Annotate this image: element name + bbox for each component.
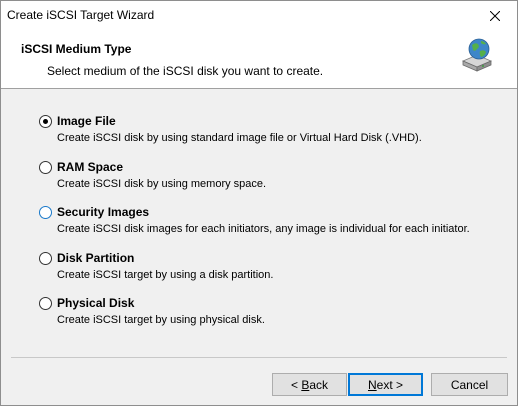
ram-space-description: Create iSCSI disk by using memory space. (57, 177, 267, 190)
next-button-accel: N (367, 377, 377, 392)
option-physical-disk[interactable]: Physical Disk Create iSCSI target by usi… (39, 295, 509, 341)
disk-partition-label[interactable]: Disk Partition (57, 251, 134, 265)
physical-disk-label[interactable]: Physical Disk (57, 296, 134, 310)
close-button[interactable] (473, 1, 517, 30)
wizard-header: iSCSI Medium Type Select medium of the i… (1, 30, 517, 89)
physical-disk-description: Create iSCSI target by using physical di… (57, 314, 265, 326)
close-icon (490, 10, 500, 21)
image-file-radio[interactable] (39, 115, 52, 128)
image-file-description: Create iSCSI disk by using standard imag… (57, 132, 422, 144)
page-title: iSCSI Medium Type (21, 42, 132, 56)
footer-separator (11, 357, 507, 358)
security-images-radio[interactable] (39, 206, 52, 219)
option-ram-space[interactable]: RAM Space Create iSCSI disk by using mem… (39, 159, 509, 205)
security-images-description: Create iSCSI disk images for each initia… (57, 223, 470, 235)
back-button-rest: ack (309, 377, 329, 392)
title-bar: Create iSCSI Target Wizard (1, 1, 517, 30)
next-button[interactable]: Next > (348, 373, 423, 396)
ram-space-radio[interactable] (39, 160, 52, 174)
cancel-button[interactable]: Cancel (431, 373, 508, 396)
medium-type-options: Image File Create iSCSI disk by using st… (39, 113, 509, 341)
option-security-images[interactable]: Security Images Create iSCSI disk images… (39, 204, 509, 250)
image-file-label[interactable]: Image File (57, 114, 116, 128)
next-button-rest: ext > (376, 377, 404, 392)
wizard-window: Create iSCSI Target Wizard iSCSI Medium … (0, 0, 518, 406)
cancel-button-label: Cancel (450, 377, 489, 392)
back-button-accel: B (301, 377, 310, 392)
option-image-file[interactable]: Image File Create iSCSI disk by using st… (39, 113, 509, 159)
back-button[interactable]: < Back (272, 373, 347, 396)
ram-space-label[interactable]: RAM Space (57, 160, 123, 174)
back-button-prefix: < (290, 377, 302, 392)
network-disk-globe-icon (461, 38, 493, 72)
physical-disk-radio[interactable] (39, 297, 52, 310)
page-subtitle: Select medium of the iSCSI disk you want… (47, 64, 324, 78)
disk-partition-radio[interactable] (39, 251, 52, 265)
option-disk-partition[interactable]: Disk Partition Create iSCSI target by us… (39, 250, 509, 296)
window-title: Create iSCSI Target Wizard (7, 8, 155, 22)
security-images-label[interactable]: Security Images (57, 205, 149, 219)
disk-partition-description: Create iSCSI target by using a disk part… (57, 268, 274, 281)
